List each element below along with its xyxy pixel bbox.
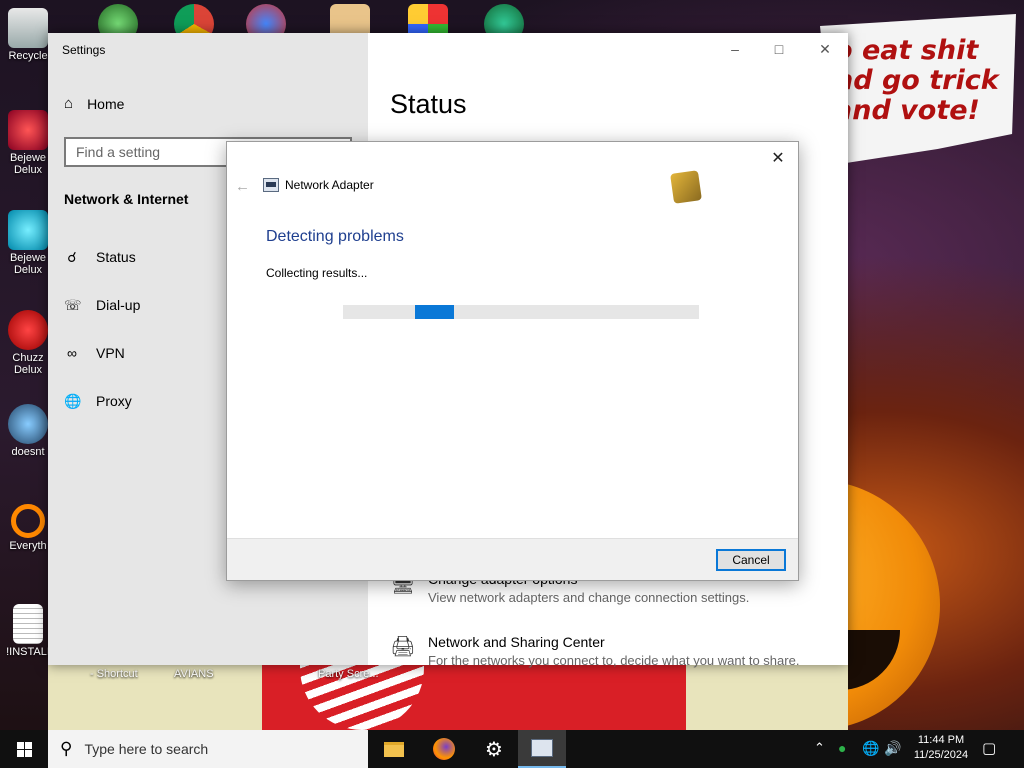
desktop-icon-label: Chuzz Delux bbox=[12, 352, 44, 376]
taskbar-troubleshooter[interactable] bbox=[518, 730, 566, 768]
dialog-header: Network Adapter bbox=[263, 178, 374, 192]
home-icon: ⌂ bbox=[64, 95, 74, 112]
option-description: For the networks you connect to, decide … bbox=[428, 653, 800, 668]
desktop-icon-label: doesnt bbox=[11, 446, 45, 458]
chevron-up-icon[interactable]: ⌃ bbox=[814, 740, 825, 756]
taskbar: ⚲ Type here to search ⚙ ⌃ ● 🌐 🔊 11:44 PM… bbox=[0, 730, 1024, 768]
nav-item-status[interactable]: ☌ Status bbox=[64, 249, 136, 265]
nav-item-label: Status bbox=[96, 249, 136, 265]
network-adapter-icon bbox=[263, 178, 279, 192]
nav-home-label: Home bbox=[87, 95, 125, 112]
windows-logo-icon bbox=[16, 741, 32, 757]
firefox-icon bbox=[433, 738, 455, 760]
banner-line-1: o eat shit bbox=[834, 35, 979, 66]
troubleshooter-dialog: ✕ ← Network Adapter Detecting problems C… bbox=[226, 141, 799, 581]
dialup-icon: ☏ bbox=[64, 297, 82, 313]
nav-item-label: Proxy bbox=[96, 393, 132, 409]
banner-line-2: nd go trick bbox=[834, 65, 999, 96]
settings-title: Settings bbox=[62, 43, 106, 57]
network-sharing-center-link[interactable]: 🖨 Network and Sharing Center For the net… bbox=[390, 634, 799, 668]
magnifier-icon bbox=[11, 504, 45, 538]
nav-item-proxy[interactable]: 🌐 Proxy bbox=[64, 393, 132, 409]
desktop-icon-label: Bejewe Delux bbox=[9, 252, 47, 276]
troubleshooter-art-icon bbox=[670, 170, 702, 204]
taskbar-search-box[interactable]: ⚲ Type here to search bbox=[48, 730, 368, 768]
people-tray-icon[interactable]: ● bbox=[838, 740, 846, 756]
progress-bar bbox=[343, 305, 699, 319]
taskbar-settings[interactable]: ⚙ bbox=[470, 730, 518, 768]
desktop-icon-label: Bejewe Delux bbox=[9, 152, 47, 176]
taskbar-clock[interactable]: 11:44 PM 11/25/2024 bbox=[904, 733, 978, 763]
text-file-icon bbox=[13, 604, 43, 644]
taskbar-file-explorer[interactable] bbox=[370, 730, 418, 768]
dialog-status-text: Collecting results... bbox=[266, 266, 368, 280]
banner-line-3: and vote! bbox=[834, 95, 980, 126]
progress-indicator bbox=[415, 305, 454, 319]
minimize-button[interactable]: – bbox=[720, 39, 750, 59]
wallpaper-banner-text: o eat shit nd go trick and vote! bbox=[834, 36, 1014, 126]
start-button[interactable] bbox=[0, 730, 48, 768]
folder-icon bbox=[384, 741, 404, 757]
dialog-heading: Detecting problems bbox=[266, 228, 404, 245]
desktop-icon-label-avians[interactable]: AVIANS bbox=[174, 668, 214, 680]
section-title: Network & Internet bbox=[64, 191, 189, 207]
sharing-center-icon: 🖨 bbox=[390, 636, 416, 658]
chuzzle-icon bbox=[8, 310, 48, 350]
desktop-icon-label: Recycle bbox=[8, 50, 48, 62]
globe-status-icon: ☌ bbox=[67, 249, 77, 265]
taskbar-search-placeholder: Type here to search bbox=[84, 741, 209, 757]
nav-item-label: VPN bbox=[96, 345, 125, 361]
gem-icon bbox=[8, 110, 48, 150]
volume-icon[interactable]: 🔊 bbox=[884, 740, 901, 757]
close-button[interactable]: ✕ bbox=[810, 39, 840, 59]
nav-item-dialup[interactable]: ☏ Dial-up bbox=[64, 297, 140, 313]
cancel-button[interactable]: Cancel bbox=[716, 549, 786, 571]
back-arrow-icon[interactable]: ← bbox=[235, 178, 250, 195]
page-title: Status bbox=[390, 89, 467, 119]
network-globe-icon[interactable]: 🌐 bbox=[862, 740, 879, 757]
network-adapter-icon bbox=[531, 739, 553, 757]
globe-icon: 🌐 bbox=[64, 393, 82, 409]
desktop-icon-label: !INSTALI bbox=[6, 646, 50, 658]
option-title: Network and Sharing Center bbox=[428, 634, 605, 650]
option-description: View network adapters and change connect… bbox=[428, 590, 750, 605]
gear-icon: ⚙ bbox=[485, 738, 503, 761]
desktop-icon-label-shortcut[interactable]: - Shortcut bbox=[90, 668, 138, 680]
dialog-title: Network Adapter bbox=[285, 178, 374, 192]
notification-center-icon[interactable]: ▢ bbox=[982, 739, 996, 757]
maximize-button[interactable]: □ bbox=[764, 39, 794, 59]
search-icon: ⚲ bbox=[60, 739, 73, 758]
app-icon bbox=[8, 404, 48, 444]
desktop-icon-label-party[interactable]: Party Scre... bbox=[318, 668, 379, 680]
clock-time: 11:44 PM bbox=[917, 734, 965, 746]
recycle-bin-icon bbox=[8, 8, 48, 48]
clock-date: 11/25/2024 bbox=[913, 749, 969, 761]
dialog-close-button[interactable]: ✕ bbox=[766, 148, 790, 168]
dialog-footer: Cancel bbox=[227, 538, 798, 580]
nav-item-vpn[interactable]: ∞ VPN bbox=[64, 345, 125, 361]
nav-home[interactable]: ⌂ Home bbox=[64, 95, 124, 112]
taskbar-firefox[interactable] bbox=[420, 730, 468, 768]
vpn-icon: ∞ bbox=[67, 345, 77, 361]
diamond-icon bbox=[8, 210, 48, 250]
desktop-icon-label: Everyth bbox=[9, 540, 47, 552]
nav-item-label: Dial-up bbox=[96, 297, 141, 313]
